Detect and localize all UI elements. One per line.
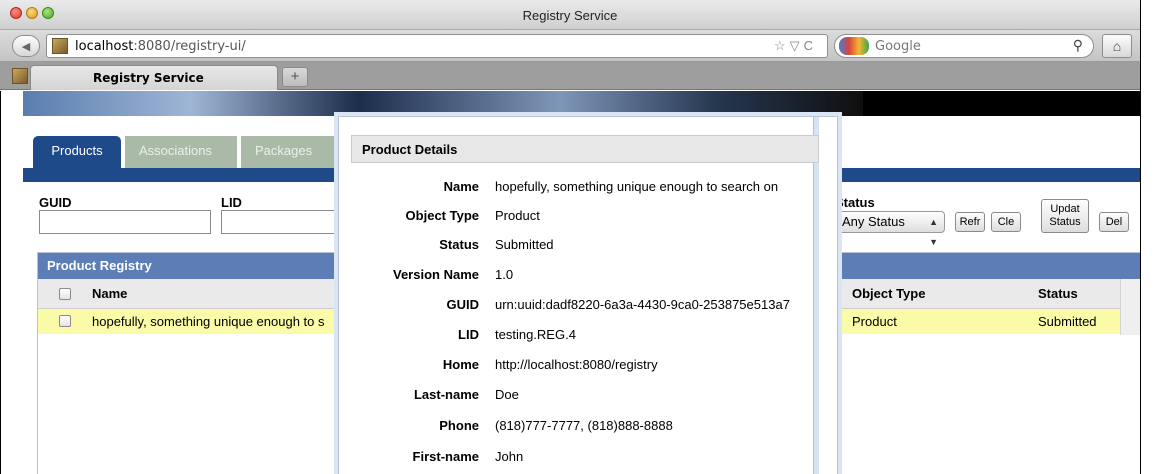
detail-key: GUID: [446, 297, 480, 312]
detail-key: Name: [443, 179, 479, 194]
detail-value: urn:uuid:dadf8220-6a3a-4430-9ca0-253875e…: [495, 297, 790, 312]
detail-value: John: [495, 449, 524, 464]
browser-tabbar: Registry Service +: [0, 62, 1140, 90]
new-tab-button[interactable]: +: [282, 67, 308, 87]
detail-row-guid: GUID urn:uuid:dadf8220-6a3a-4430-9ca0-25…: [351, 297, 811, 321]
detail-key: Version Name: [393, 267, 479, 282]
lid-input[interactable]: [221, 210, 351, 234]
status-select[interactable]: Any Status ▲ ▼: [835, 211, 945, 247]
url-path: :8080/registry-ui/: [133, 39, 246, 54]
tab-associations[interactable]: Associations: [125, 136, 237, 168]
lid-label: LID: [221, 195, 242, 210]
detail-row-home: Home http://localhost:8080/registry: [351, 357, 811, 381]
row-checkbox[interactable]: [59, 315, 71, 327]
url-actions: ☆▽C: [774, 38, 817, 54]
detail-row-status: Status Submitted: [351, 237, 811, 261]
detail-value: hopefully, something unique enough to se…: [495, 179, 779, 194]
site-favicon-icon: [52, 38, 68, 54]
detail-value: testing.REG.4: [495, 327, 576, 342]
column-header-name[interactable]: Name: [92, 286, 127, 301]
detail-row-version-name: Version Name 1.0: [351, 267, 811, 291]
window-title: Registry Service: [522, 8, 618, 23]
detail-value: Submitted: [495, 237, 554, 252]
tab-packages[interactable]: Packages: [241, 136, 337, 168]
reload-icon[interactable]: C: [804, 38, 817, 53]
detail-value: Doe: [495, 387, 519, 402]
column-header-object-type[interactable]: Object Type: [852, 286, 925, 301]
detail-key: Status: [439, 237, 479, 252]
select-all-checkbox[interactable]: [59, 288, 71, 300]
delete-button[interactable]: Del: [1099, 212, 1129, 232]
app-tab-favicon-icon: [12, 68, 28, 84]
detail-value: http://localhost:8080/registry: [495, 357, 658, 372]
search-bar[interactable]: Google ⚲: [834, 34, 1094, 58]
table-scrollbar[interactable]: [1120, 279, 1140, 335]
detail-row-first-name: First-name John: [351, 449, 811, 473]
url-host: localhost: [75, 39, 134, 54]
home-button[interactable]: ⌂: [1102, 34, 1132, 58]
guid-label: GUID: [39, 195, 72, 210]
tab-products[interactable]: Products: [33, 136, 121, 170]
detail-value: 1.0: [495, 267, 514, 282]
history-dropdown-icon[interactable]: ▽: [790, 38, 804, 53]
detail-row-object-type: Object Type Product: [351, 208, 811, 232]
detail-value: Product: [495, 208, 540, 223]
detail-row-last-name: Last-name Doe: [351, 387, 811, 411]
row-name[interactable]: hopefully, something unique enough to s: [92, 314, 324, 329]
detail-key: Home: [442, 357, 479, 372]
status-filter-label: Status: [835, 195, 875, 210]
search-icon[interactable]: ⚲: [1073, 37, 1083, 54]
window-titlebar: Registry Service: [0, 0, 1140, 30]
detail-row-lid: LID testing.REG.4: [351, 327, 811, 351]
refresh-button[interactable]: Refr: [955, 212, 985, 232]
browser-tab-registry[interactable]: Registry Service: [30, 65, 278, 90]
browser-tab-label: Registry Service: [93, 71, 204, 85]
popup-scrollbar[interactable]: [813, 117, 819, 474]
home-icon: ⌂: [1112, 38, 1122, 54]
url-text[interactable]: localhost:8080/registry-ui/: [75, 39, 246, 54]
search-engine-icon[interactable]: [839, 37, 869, 55]
detail-key: Last-name: [413, 387, 479, 402]
detail-row-name: Name hopefully, something unique enough …: [351, 179, 811, 203]
detail-row-phone: Phone (818)777-7777, (818)888-8888: [351, 418, 811, 442]
product-details-popup: Product Details Name hopefully, somethin…: [338, 116, 838, 474]
column-header-status[interactable]: Status: [1038, 286, 1078, 301]
window-edge: [1140, 0, 1157, 474]
bookmark-star-icon[interactable]: ☆: [774, 38, 790, 53]
detail-value: (818)777-7777, (818)888-8888: [495, 418, 673, 433]
detail-key: First-name: [412, 449, 479, 464]
update-status-line1: Updat: [1050, 203, 1080, 215]
detail-key: Phone: [439, 418, 479, 433]
detail-key: Object Type: [405, 208, 479, 223]
page-banner: [23, 91, 1140, 116]
search-input[interactable]: Google: [875, 39, 921, 54]
clear-button[interactable]: Cle: [991, 212, 1021, 232]
detail-key: LID: [458, 327, 479, 342]
row-object-type: Product: [852, 314, 897, 329]
back-arrow-icon: ◀: [21, 40, 31, 53]
select-arrows-icon: ▲ ▼: [929, 217, 938, 247]
browser-toolbar: ◀ localhost:8080/registry-ui/ ☆▽C Google…: [0, 30, 1140, 62]
address-bar[interactable]: localhost:8080/registry-ui/ ☆▽C: [46, 34, 828, 58]
update-status-button[interactable]: Updat Status: [1041, 199, 1089, 233]
update-status-line2: Status: [1049, 216, 1081, 228]
popup-title: Product Details: [351, 135, 819, 163]
row-status: Submitted: [1038, 314, 1097, 329]
back-button[interactable]: ◀: [12, 35, 40, 57]
status-select-value: Any Status: [842, 214, 905, 229]
guid-input[interactable]: [39, 210, 211, 234]
